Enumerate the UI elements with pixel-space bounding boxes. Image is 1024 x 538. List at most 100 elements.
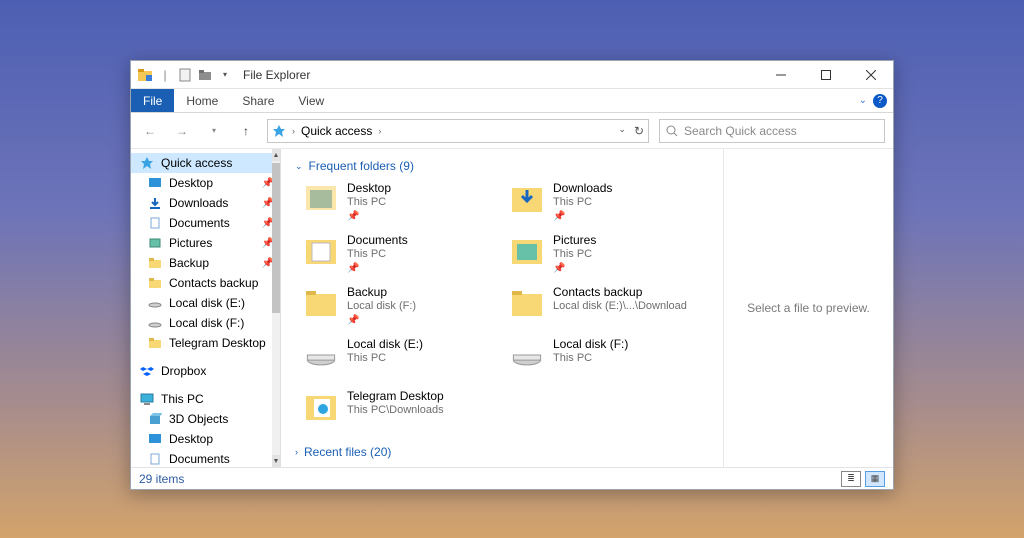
help-icon[interactable]: ? bbox=[873, 94, 887, 108]
address-dropdown-icon[interactable]: ⌄ bbox=[618, 124, 626, 138]
folder-item[interactable]: Desktop This PC 📌 bbox=[303, 181, 503, 229]
nav-item-local-disk-f-[interactable]: Local disk (F:) bbox=[131, 313, 280, 333]
item-name: Desktop bbox=[347, 181, 391, 196]
drive-icon bbox=[147, 315, 163, 331]
ribbon-tab-share[interactable]: Share bbox=[230, 89, 286, 112]
qat-separator: | bbox=[157, 67, 173, 83]
nav-label: Pictures bbox=[169, 236, 212, 250]
search-box[interactable]: Search Quick access bbox=[659, 119, 885, 143]
item-path: This PC bbox=[553, 248, 596, 262]
large-icons-view-button[interactable]: ▦ bbox=[865, 471, 885, 487]
nav-item-telegram-desktop[interactable]: Telegram Desktop bbox=[131, 333, 280, 353]
folder-item[interactable]: Backup Local disk (F:) 📌 bbox=[303, 285, 503, 333]
nav-item-backup[interactable]: Backup 📌 bbox=[131, 253, 280, 273]
nav-item-desktop[interactable]: Desktop 📌 bbox=[131, 173, 280, 193]
quick-access-star-icon bbox=[139, 155, 155, 171]
breadcrumb-separator[interactable]: › bbox=[378, 126, 381, 136]
refresh-icon[interactable]: ↻ bbox=[634, 124, 644, 138]
nav-this-pc[interactable]: This PC bbox=[131, 389, 280, 409]
nav-item-desktop[interactable]: Desktop bbox=[131, 429, 280, 449]
group-frequent-folders[interactable]: ⌄ Frequent folders (9) bbox=[295, 159, 709, 173]
nav-item-downloads[interactable]: Downloads 📌 bbox=[131, 193, 280, 213]
up-button[interactable]: ↑ bbox=[235, 120, 257, 142]
nav-label: Backup bbox=[169, 256, 209, 270]
nav-label: Documents bbox=[169, 216, 230, 230]
ribbon-tab-file[interactable]: File bbox=[131, 89, 174, 112]
nav-label: Desktop bbox=[169, 432, 213, 446]
pictures-icon bbox=[509, 233, 545, 269]
item-path: This PC bbox=[347, 248, 408, 262]
item-path: This PC bbox=[347, 196, 391, 210]
nav-item-pictures[interactable]: Pictures 📌 bbox=[131, 233, 280, 253]
nav-item-contacts-backup[interactable]: Contacts backup bbox=[131, 273, 280, 293]
qat-dropdown-icon[interactable]: ▾ bbox=[217, 67, 233, 83]
folder-item[interactable]: Pictures This PC 📌 bbox=[509, 233, 709, 281]
scroll-down-icon[interactable]: ▼ bbox=[272, 455, 280, 467]
new-folder-icon[interactable] bbox=[197, 67, 213, 83]
breadcrumb-separator[interactable]: › bbox=[292, 126, 295, 136]
nav-label: Documents bbox=[169, 452, 230, 466]
downloads-icon bbox=[147, 195, 163, 211]
preview-pane: Select a file to preview. bbox=[723, 149, 893, 467]
desktop-icon bbox=[303, 181, 339, 217]
scroll-up-icon[interactable]: ▲ bbox=[272, 149, 280, 161]
group-label: Frequent folders (9) bbox=[309, 159, 414, 173]
nav-quick-access[interactable]: Quick access bbox=[131, 153, 280, 173]
navigation-row: ← → ▾ ↑ › Quick access › ⌄ ↻ Search Quic… bbox=[131, 113, 893, 149]
nav-label: 3D Objects bbox=[169, 412, 228, 426]
folder-item[interactable]: Contacts backup Local disk (E:)\...\Down… bbox=[509, 285, 709, 333]
item-path: This PC bbox=[347, 352, 423, 366]
forward-button[interactable]: → bbox=[171, 120, 193, 142]
quick-access-toolbar: | ▾ bbox=[131, 67, 239, 83]
caret-down-icon: ⌄ bbox=[295, 161, 303, 172]
folder-item[interactable]: Local disk (F:) This PC bbox=[509, 337, 709, 385]
item-name: Contacts backup bbox=[553, 285, 687, 300]
nav-label: Telegram Desktop bbox=[169, 336, 266, 350]
folder-item[interactable]: Telegram Desktop This PC\Downloads bbox=[303, 389, 503, 437]
properties-icon[interactable] bbox=[177, 67, 193, 83]
folder-item[interactable]: Local disk (E:) This PC bbox=[303, 337, 503, 385]
file-explorer-window: | ▾ File Explorer File Home Share View ⌄… bbox=[130, 60, 894, 490]
item-path: Local disk (F:) bbox=[347, 300, 416, 314]
ribbon-collapse-icon[interactable]: ⌄ bbox=[859, 95, 867, 106]
preview-empty-text: Select a file to preview. bbox=[747, 301, 870, 315]
folder-item[interactable]: Documents This PC 📌 bbox=[303, 233, 503, 281]
ribbon-tab-home[interactable]: Home bbox=[174, 89, 230, 112]
minimize-button[interactable] bbox=[758, 61, 803, 89]
navigation-pane: Quick access Desktop 📌 Downloads 📌 Docum… bbox=[131, 149, 281, 467]
details-view-button[interactable]: ≣ bbox=[841, 471, 861, 487]
item-name: Backup bbox=[347, 285, 416, 300]
desktop-icon bbox=[147, 431, 163, 447]
nav-scrollbar[interactable]: ▲ ▼ bbox=[272, 149, 280, 467]
item-name: Downloads bbox=[553, 181, 612, 196]
item-path: Local disk (E:)\...\Download bbox=[553, 300, 687, 314]
item-name: Pictures bbox=[553, 233, 596, 248]
back-button[interactable]: ← bbox=[139, 120, 161, 142]
pin-icon: 📌 bbox=[553, 211, 612, 224]
nav-item-3d-objects[interactable]: 3D Objects bbox=[131, 409, 280, 429]
ribbon-tab-view[interactable]: View bbox=[286, 89, 336, 112]
item-name: Telegram Desktop bbox=[347, 389, 444, 404]
nav-item-local-disk-e-[interactable]: Local disk (E:) bbox=[131, 293, 280, 313]
nav-label: Downloads bbox=[169, 196, 228, 210]
maximize-button[interactable] bbox=[803, 61, 848, 89]
breadcrumb-quick-access[interactable]: Quick access bbox=[301, 124, 372, 138]
nav-label: Local disk (E:) bbox=[169, 296, 245, 310]
nav-item-documents[interactable]: Documents bbox=[131, 449, 280, 467]
this-pc-icon bbox=[139, 391, 155, 407]
item-name: Local disk (F:) bbox=[553, 337, 628, 352]
documents-icon bbox=[303, 233, 339, 269]
pin-icon: 📌 bbox=[347, 315, 416, 328]
recent-locations-button[interactable]: ▾ bbox=[203, 120, 225, 142]
item-path: This PC\Downloads bbox=[347, 404, 444, 418]
folder-icon bbox=[147, 335, 163, 351]
close-button[interactable] bbox=[848, 61, 893, 89]
address-bar[interactable]: › Quick access › ⌄ ↻ bbox=[267, 119, 649, 143]
nav-dropbox[interactable]: Dropbox bbox=[131, 361, 280, 381]
caret-right-icon: › bbox=[295, 447, 298, 457]
folder-icon bbox=[147, 255, 163, 271]
folder-item[interactable]: Downloads This PC 📌 bbox=[509, 181, 709, 229]
group-recent-files[interactable]: › Recent files (20) bbox=[295, 445, 709, 459]
scroll-thumb[interactable] bbox=[272, 163, 280, 313]
nav-item-documents[interactable]: Documents 📌 bbox=[131, 213, 280, 233]
